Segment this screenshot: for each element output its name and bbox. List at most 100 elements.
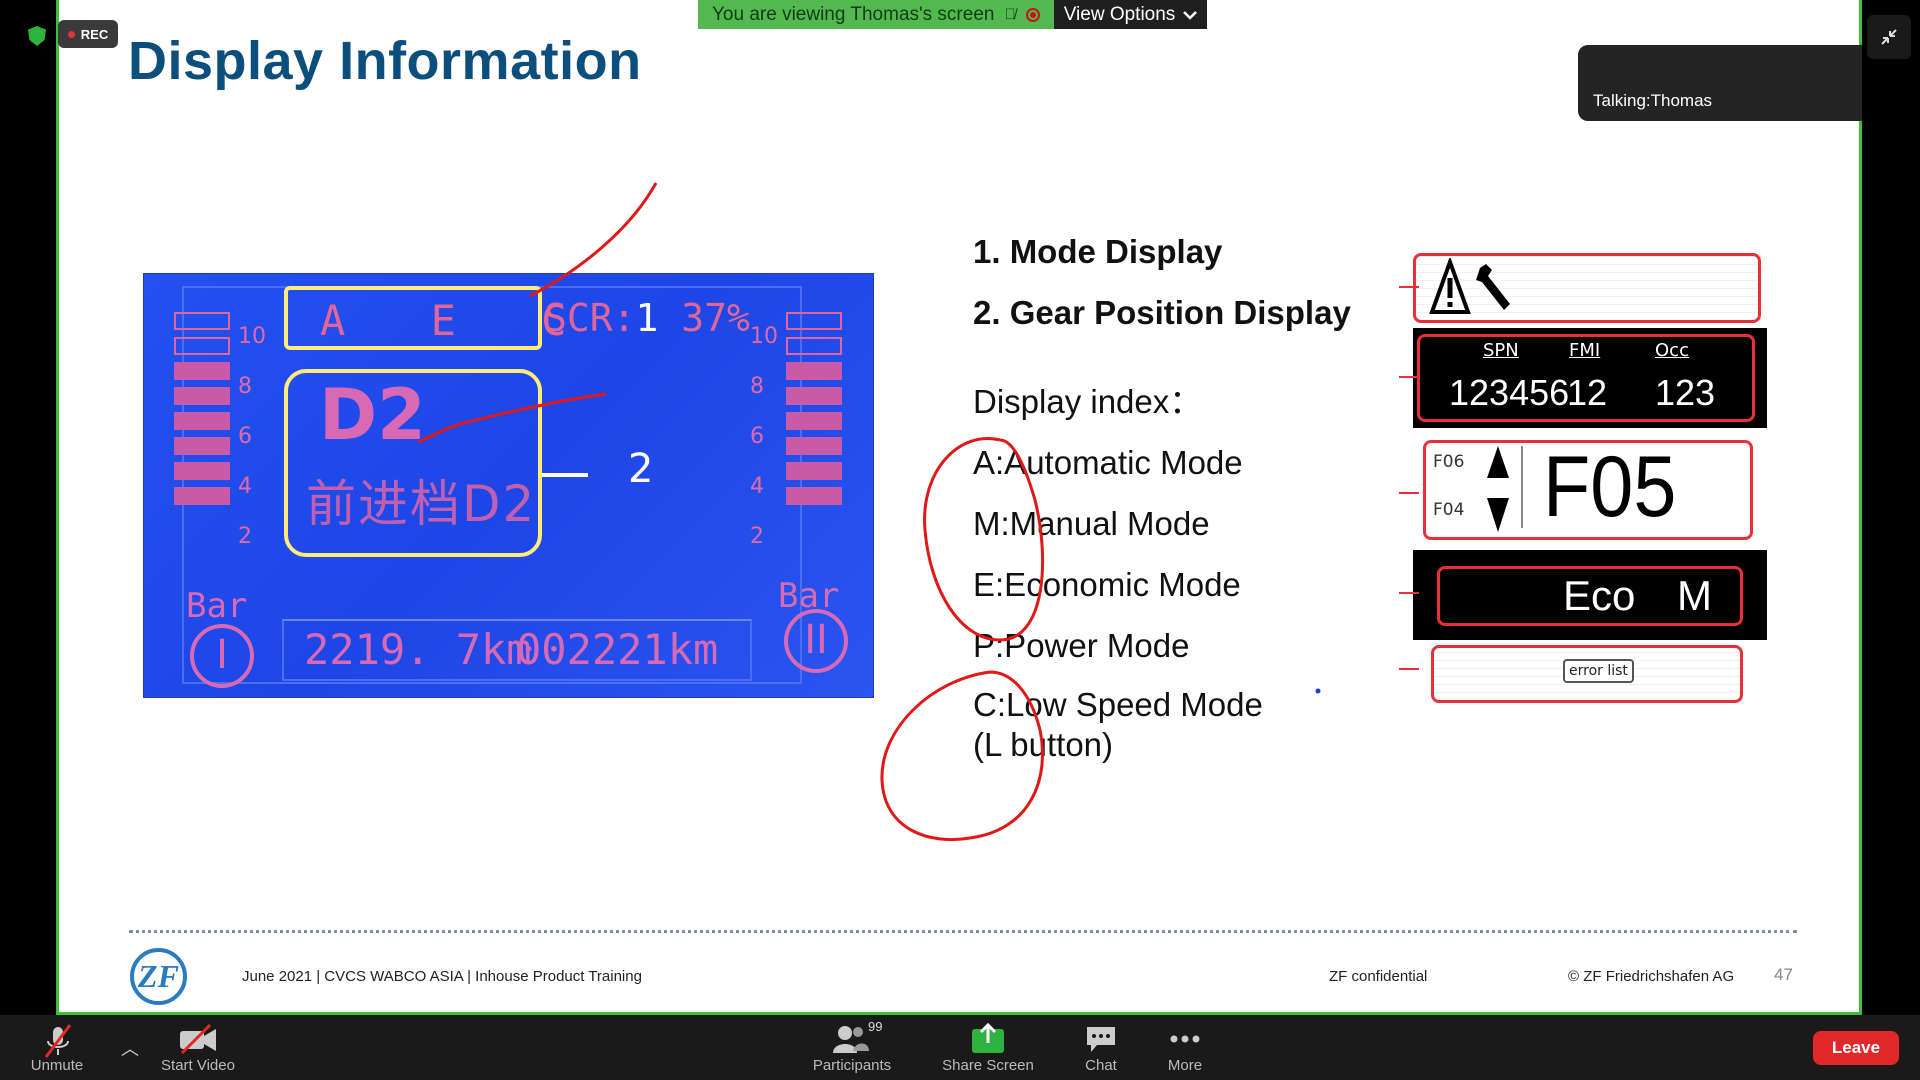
bar-segment bbox=[786, 412, 842, 430]
lcd-right-bar-gauge bbox=[786, 312, 842, 562]
warning-row bbox=[1413, 253, 1761, 323]
audio-options-chevron-icon[interactable]: ︿ bbox=[121, 1035, 139, 1061]
muted-mic-icon: 🎙̸ bbox=[1004, 6, 1016, 23]
recording-label: REC bbox=[80, 26, 109, 42]
viewing-banner: You are viewing Thomas's screen 🎙̸ View … bbox=[698, 0, 1208, 29]
tick-label: 6 bbox=[238, 424, 252, 449]
more-button[interactable]: More bbox=[1160, 1015, 1210, 1080]
bar-segment bbox=[174, 337, 230, 355]
zf-logo: ZF bbox=[130, 948, 187, 1005]
lcd-left-ticks: 10 8 6 4 2 bbox=[238, 312, 266, 562]
bar-segment bbox=[786, 387, 842, 405]
lcd-circuit-1-icon: I bbox=[190, 624, 254, 688]
tick-label: 8 bbox=[750, 374, 764, 399]
heading-gear-display: 2. Gear Position Display bbox=[973, 294, 1351, 331]
diagram-tick bbox=[1399, 376, 1419, 378]
gear-up-down-arrows-icon bbox=[1487, 446, 1509, 532]
start-video-button[interactable]: Start Video bbox=[155, 1015, 241, 1080]
lcd-right-ticks: 10 8 6 4 2 bbox=[750, 312, 778, 562]
tick-label: 2 bbox=[750, 524, 764, 549]
diagram-tick bbox=[1399, 492, 1419, 494]
lcd-trip-distance: 2219. 7km bbox=[304, 625, 532, 674]
lcd-gear-subtext: 前进档D2 bbox=[306, 475, 537, 533]
occ-value: 123 bbox=[1655, 372, 1716, 413]
chevron-down-icon bbox=[1183, 10, 1198, 20]
bar-segment bbox=[174, 462, 230, 480]
mode-m-text: M bbox=[1677, 572, 1712, 619]
participants-button[interactable]: Participants bbox=[805, 1015, 899, 1080]
viewing-text: You are viewing Thomas's screen bbox=[712, 4, 995, 25]
lcd-scr-label: SCR: bbox=[544, 296, 636, 340]
view-options-label: View Options bbox=[1063, 4, 1176, 25]
heading-mode-display: 1. Mode Display bbox=[973, 233, 1223, 270]
share-screen-label: Share Screen bbox=[942, 1057, 1034, 1074]
screen-share-area: Display Information 10 8 6 4 2 10 8 6 4 … bbox=[0, 0, 1920, 1015]
slide-page-number: 47 bbox=[1774, 965, 1793, 984]
chat-icon bbox=[1087, 1027, 1115, 1052]
display-layout-diagram: SPN FMI Occ 123456 12 123 F06 F04 F05 Ec… bbox=[1399, 250, 1833, 720]
bar-segment bbox=[174, 487, 230, 505]
bar-segment bbox=[174, 362, 230, 380]
viewing-status: You are viewing Thomas's screen 🎙̸ bbox=[698, 0, 1054, 29]
recording-indicator[interactable]: REC bbox=[58, 20, 118, 48]
footer-confidential: ZF confidential bbox=[1329, 968, 1428, 985]
recording-icon bbox=[1025, 7, 1040, 22]
participants-icon bbox=[833, 1026, 869, 1053]
tick-label: 10 bbox=[238, 324, 266, 349]
lcd-bar-label-left: Bar bbox=[186, 586, 248, 626]
footer-divider bbox=[129, 930, 1797, 933]
footer-copyright: © ZF Friedrichshafen AG bbox=[1568, 968, 1735, 985]
share-screen-button[interactable]: Share Screen bbox=[940, 1015, 1036, 1080]
diagram-tick bbox=[1399, 668, 1419, 670]
footer-training-text: June 2021 | CVCS WABCO ASIA | Inhouse Pr… bbox=[242, 968, 642, 985]
lcd-scr-readout: SCR:1 37% bbox=[544, 296, 750, 340]
tick-label: 4 bbox=[750, 474, 764, 499]
tick-label: 6 bbox=[750, 424, 764, 449]
list-item-extra: (L button) bbox=[973, 726, 1114, 763]
diagram-tick bbox=[1399, 286, 1419, 288]
lcd-display-photo: 10 8 6 4 2 10 8 6 4 2 A E C SCR:1 37% D2… bbox=[143, 273, 874, 698]
recording-dot-icon bbox=[67, 30, 75, 38]
error-list-button: error list bbox=[1563, 659, 1634, 683]
gear-up-label: F06 bbox=[1433, 452, 1465, 472]
leave-button[interactable]: Leave bbox=[1813, 1031, 1899, 1065]
bar-segment bbox=[174, 437, 230, 455]
bar-segment bbox=[174, 312, 230, 330]
tick-label: 2 bbox=[238, 524, 252, 549]
unmute-label: Unmute bbox=[30, 1057, 84, 1074]
gear-down-label: F04 bbox=[1433, 500, 1465, 520]
lcd-callout-1: 1 bbox=[635, 296, 659, 340]
tick-label: 4 bbox=[238, 474, 252, 499]
bar-segment bbox=[786, 462, 842, 480]
participants-label: Participants bbox=[812, 1057, 892, 1074]
bar-segment bbox=[786, 487, 842, 505]
lcd-gear: D2 bbox=[319, 374, 426, 456]
participants-count: 99 bbox=[868, 1019, 883, 1034]
bar-segment bbox=[174, 387, 230, 405]
bar-segment bbox=[174, 412, 230, 430]
talking-label: Talking:Thomas bbox=[1593, 91, 1713, 110]
bar-segment bbox=[786, 437, 842, 455]
wrench-icon bbox=[1476, 264, 1510, 310]
share-screen-icon bbox=[972, 1022, 1004, 1053]
active-speaker-panel[interactable]: Talking:Thomas bbox=[1578, 45, 1862, 121]
lcd-circuit-2-icon: II bbox=[784, 609, 848, 673]
mode-eco-text: Eco bbox=[1563, 572, 1636, 619]
unmute-button[interactable]: Unmute bbox=[22, 1015, 92, 1080]
chat-label: Chat bbox=[1085, 1057, 1117, 1074]
bar-segment bbox=[786, 312, 842, 330]
lcd-callout-2: 2 bbox=[628, 446, 654, 492]
lcd-total-distance: 002221km bbox=[516, 625, 719, 674]
list-item: E:Economic Mode bbox=[973, 566, 1241, 603]
spn-label: SPN bbox=[1483, 340, 1519, 361]
exit-fullscreen-icon[interactable] bbox=[1867, 15, 1911, 59]
view-options-button[interactable]: View Options bbox=[1053, 0, 1208, 29]
shared-screen-frame: Display Information 10 8 6 4 2 10 8 6 4 … bbox=[56, 0, 1862, 1015]
more-icon bbox=[1170, 1035, 1200, 1043]
list-item: A:Automatic Mode bbox=[973, 444, 1243, 481]
tick-label: 10 bbox=[750, 324, 778, 349]
fmi-label: FMI bbox=[1569, 340, 1601, 361]
occ-label: Occ bbox=[1655, 340, 1689, 361]
chat-button[interactable]: Chat bbox=[1076, 1015, 1126, 1080]
lcd-callout-line-2 bbox=[542, 473, 588, 477]
